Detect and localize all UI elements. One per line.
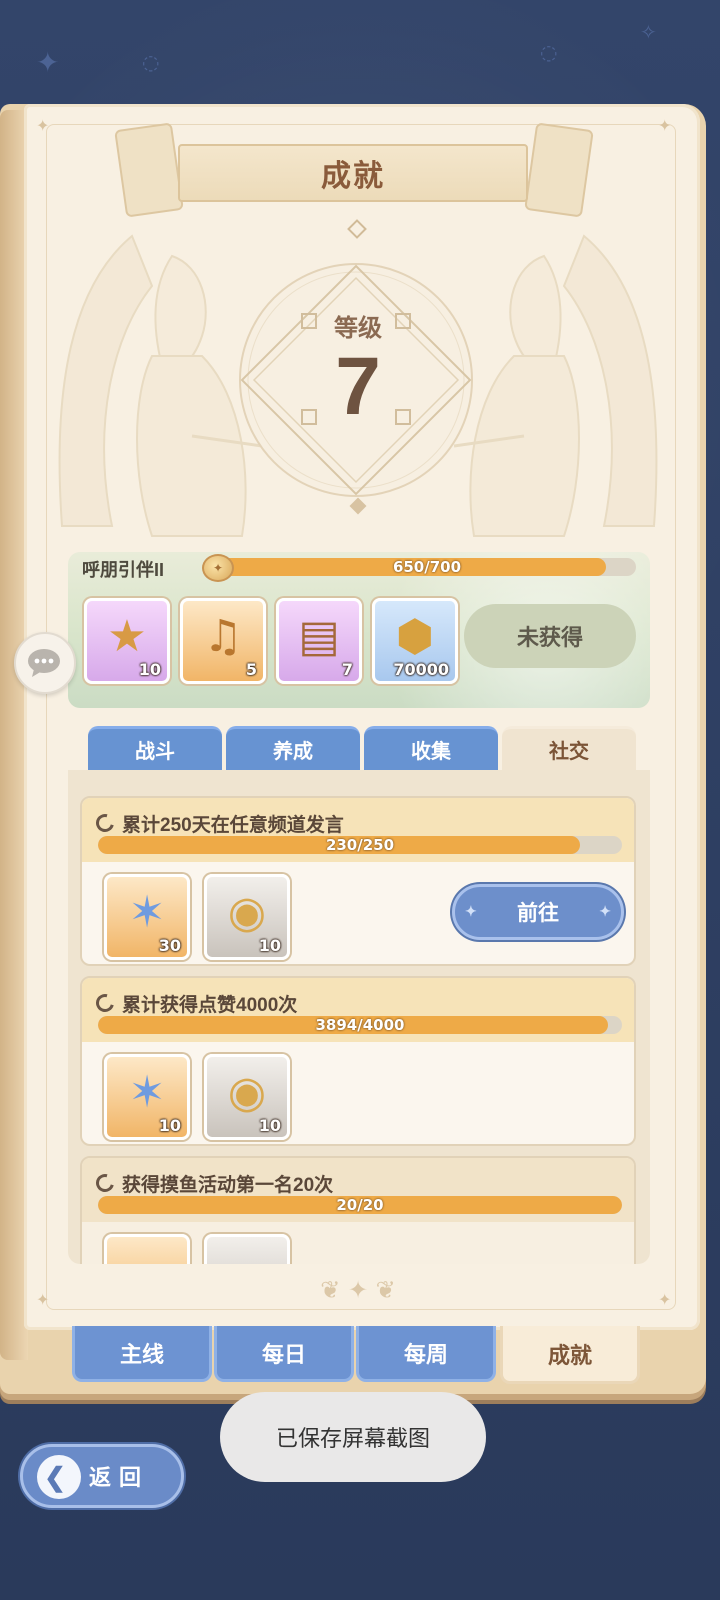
reward-item-book[interactable]: ▤ 7 (276, 598, 362, 684)
achievement-title: 获得摸鱼活动第一名20次 (122, 1175, 334, 1196)
winged-coin-icon: ◉ (227, 887, 267, 938)
screenshot-toast: 已保存屏幕截图 (220, 1392, 486, 1482)
achievement-title: 累计获得点赞4000次 (122, 995, 298, 1016)
page-ornament-icon: ❦ ✦ ❦ (320, 1276, 396, 1304)
reward-item-partial[interactable] (204, 1234, 290, 1264)
item-count: 10 (158, 1116, 181, 1135)
reward-item-crystal-star[interactable]: ✶ 30 (104, 874, 190, 960)
reward-item-winged-coin[interactable]: ◉ 10 (204, 874, 290, 960)
sparkle-icon: ✧ (640, 20, 657, 44)
sparkle-icon: ✦ (599, 903, 611, 919)
gold-coin-icon: ⬢ (395, 611, 435, 662)
banner-ribbon-left (114, 122, 184, 218)
achievement-progress-text: 20/20 (336, 1196, 384, 1214)
reward-item-partial[interactable] (104, 1234, 190, 1264)
corner-sparkle-icon: ✦ (658, 116, 672, 135)
item-count: 5 (245, 660, 257, 679)
reward-item-gold-coin[interactable]: ⬢ 70000 (372, 598, 458, 684)
banner-ribbon-right (524, 122, 594, 218)
level-progress-bar: 650/700 (218, 558, 636, 576)
winged-coin-icon: ◉ (227, 1067, 267, 1118)
achievement-progress-bar: 3894/4000 (98, 1016, 622, 1034)
crystal-star-icon: ✶ (128, 1067, 166, 1118)
planet-icon: ◌ (142, 50, 160, 74)
reward-item-star-badge[interactable]: ★ 10 (84, 598, 170, 684)
star-badge-icon: ★ (107, 611, 147, 662)
achievement-title: 累计250天在任意频道发言 (122, 815, 344, 836)
achievement-progress-text: 230/250 (325, 836, 395, 854)
back-button-label: 返回 (89, 1465, 150, 1490)
item-count: 10 (258, 1116, 281, 1135)
unobtained-button[interactable]: 未获得 (464, 604, 636, 668)
reward-item-lyre[interactable]: ♫ 5 (180, 598, 266, 684)
tab-battle[interactable]: 战斗 (88, 726, 222, 770)
achievement-card: 累计250天在任意频道发言 230/250 ✶ 30 ◉ 10 ✦ 前往 ✦ (80, 796, 636, 966)
tab-weekly[interactable]: 每周 (356, 1326, 496, 1382)
achievement-progress-text: 3894/4000 (315, 1016, 405, 1034)
tab-daily[interactable]: 每日 (214, 1326, 354, 1382)
achievement-card: 获得摸鱼活动第一名20次 20/20 (80, 1156, 636, 1264)
tab-social[interactable]: 社交 (502, 726, 636, 770)
achievement-list[interactable]: 累计250天在任意频道发言 230/250 ✶ 30 ◉ 10 ✦ 前往 ✦ 累… (68, 770, 650, 1264)
planet-icon: ◌ (540, 40, 558, 64)
reward-item-winged-coin[interactable]: ◉ 10 (204, 1054, 290, 1140)
tab-main[interactable]: 主线 (72, 1326, 212, 1382)
corner-sparkle-icon: ✦ (658, 1290, 672, 1309)
reward-item-crystal-star[interactable]: ✶ 10 (104, 1054, 190, 1140)
page-title: 成就 (321, 160, 385, 193)
tab-achievement[interactable]: 成就 (500, 1326, 640, 1384)
sparkle-icon: ✦ (36, 46, 60, 79)
crystal-star-icon: ✶ (128, 887, 166, 938)
tab-collection[interactable]: 收集 (364, 726, 498, 770)
tab-growth[interactable]: 养成 (226, 726, 360, 770)
achievement-card: 累计获得点赞4000次 3894/4000 ✶ 10 ◉ 10 (80, 976, 636, 1146)
level-progress-text: 650/700 (392, 558, 462, 576)
sparkle-icon: ✦ (465, 903, 477, 919)
item-count: 10 (258, 936, 281, 955)
reward-tier-name: 呼朋引伴II (82, 560, 165, 580)
achievement-progress-bar: 230/250 (98, 836, 622, 854)
item-count: 10 (138, 660, 161, 679)
go-button-label: 前往 (517, 902, 559, 925)
level-value: 7 (335, 341, 381, 432)
level-label: 等级 (334, 315, 382, 342)
back-button[interactable]: ❮ 返回 (20, 1444, 184, 1508)
go-button[interactable]: ✦ 前往 ✦ (452, 884, 624, 940)
chat-bubble-icon (28, 649, 60, 677)
chat-button[interactable] (14, 632, 76, 694)
item-count: 30 (158, 936, 181, 955)
item-count: 7 (341, 660, 353, 679)
item-count: 70000 (393, 660, 449, 679)
achievement-progress-bar: 20/20 (98, 1196, 622, 1214)
book-icon: ▤ (298, 611, 340, 662)
back-arrow-icon: ❮ (37, 1455, 81, 1499)
corner-sparkle-icon: ✦ (36, 1290, 50, 1309)
corner-sparkle-icon: ✦ (36, 116, 50, 135)
lyre-icon: ♫ (203, 611, 243, 662)
title-banner: 成就 (178, 144, 528, 202)
winged-coin-icon: ✦ (202, 554, 234, 582)
